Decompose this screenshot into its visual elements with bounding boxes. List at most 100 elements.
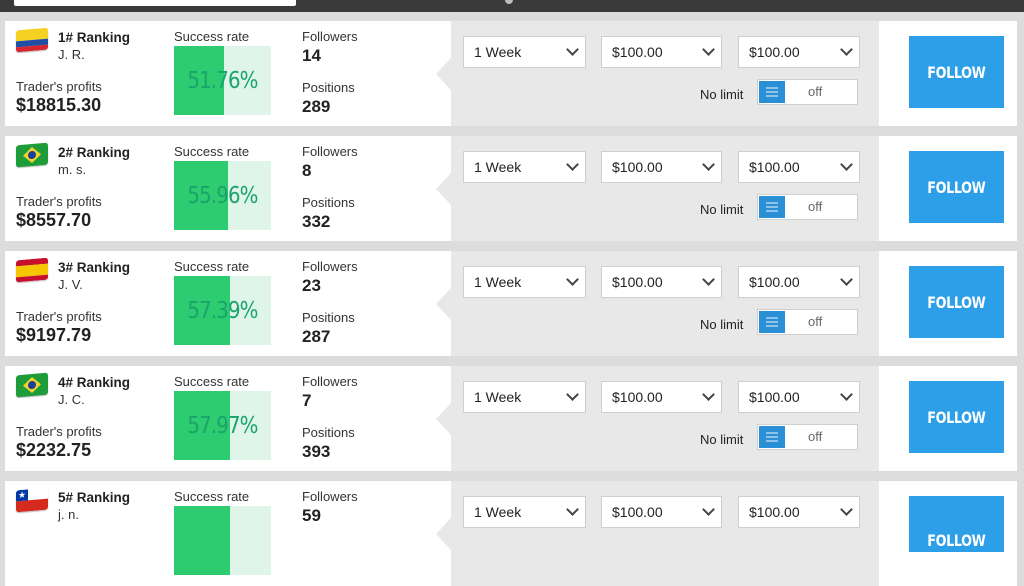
chile-flag-icon: ★ [16, 487, 48, 513]
follow-button-label: FOLLOW [927, 62, 986, 82]
period-select[interactable]: 1 Week [463, 381, 586, 413]
success-rate-value: 57.97% [187, 412, 258, 439]
ranking-label: 1# Ranking [58, 30, 131, 45]
trader-row-4: 4# Ranking J. C. Trader's profits $2232.… [5, 366, 1017, 471]
trader-name[interactable]: j. n. [58, 507, 79, 522]
panel-notch [436, 403, 451, 435]
chevron-down-icon [702, 388, 715, 401]
chevron-down-icon [566, 273, 579, 286]
positions-value: 287 [302, 327, 331, 346]
period-select[interactable]: 1 Week [463, 266, 586, 298]
success-rate-label: Success rate [174, 29, 250, 44]
positions-label: Positions [302, 425, 355, 440]
amount-select[interactable]: $100.00 [601, 496, 722, 528]
no-limit-label: No limit [700, 87, 744, 102]
positions-label: Positions [302, 195, 355, 210]
followers-value: 7 [302, 391, 312, 410]
topbar-icon [505, 0, 513, 4]
followers-label: Followers [302, 259, 358, 274]
no-limit-toggle[interactable]: off [757, 424, 858, 450]
limit-amount-select-value: $100.00 [749, 274, 800, 290]
followers-value: 14 [302, 46, 321, 65]
success-rate-label: Success rate [174, 374, 250, 389]
period-select-value: 1 Week [474, 389, 522, 405]
profit-value: $2232.75 [16, 440, 92, 460]
limit-amount-select[interactable]: $100.00 [738, 496, 860, 528]
trader-row-1: 1# Ranking J. R. Trader's profits $18815… [5, 21, 1017, 126]
profit-value: $9197.79 [16, 325, 92, 345]
period-select[interactable]: 1 Week [463, 151, 586, 183]
chevron-down-icon [702, 43, 715, 56]
follow-button[interactable]: FOLLOW [909, 496, 1004, 552]
success-rate-meter: 57.39% [174, 276, 271, 345]
followers-label: Followers [302, 489, 358, 504]
panel-notch [436, 173, 451, 205]
no-limit-label: No limit [700, 432, 744, 447]
limit-amount-select-value: $100.00 [749, 159, 800, 175]
chevron-down-icon [840, 273, 853, 286]
toggle-state-label: off [808, 84, 823, 99]
no-limit-toggle[interactable]: off [757, 79, 858, 105]
profit-label: Trader's profits [16, 79, 102, 94]
toggle-state-label: off [808, 199, 823, 214]
trader-name[interactable]: J. C. [58, 392, 85, 407]
follow-button[interactable]: FOLLOW [909, 151, 1004, 223]
amount-select[interactable]: $100.00 [601, 266, 722, 298]
limit-amount-select-value: $100.00 [749, 504, 800, 520]
ranking-label: 4# Ranking [58, 375, 131, 390]
amount-select[interactable]: $100.00 [601, 381, 722, 413]
amount-select-value: $100.00 [612, 159, 663, 175]
ranking-label: 2# Ranking [58, 145, 131, 160]
chevron-down-icon [702, 503, 715, 516]
positions-value: 332 [302, 212, 331, 231]
panel-notch [436, 58, 451, 90]
toggle-knob[interactable] [759, 81, 785, 103]
colombia-flag-icon [16, 27, 48, 53]
amount-select[interactable]: $100.00 [601, 151, 722, 183]
period-select-value: 1 Week [474, 504, 522, 520]
profit-label: Trader's profits [16, 424, 102, 439]
positions-value: 393 [302, 442, 331, 461]
chevron-down-icon [566, 503, 579, 516]
chevron-down-icon [840, 43, 853, 56]
spain-flag-icon [16, 257, 48, 283]
period-select[interactable]: 1 Week [463, 496, 586, 528]
period-select[interactable]: 1 Week [463, 36, 586, 68]
chevron-down-icon [840, 388, 853, 401]
period-select-value: 1 Week [474, 159, 522, 175]
no-limit-toggle[interactable]: off [757, 194, 858, 220]
toggle-knob[interactable] [759, 426, 785, 448]
limit-amount-select[interactable]: $100.00 [738, 36, 860, 68]
limit-amount-select[interactable]: $100.00 [738, 381, 860, 413]
followers-value: 8 [302, 161, 312, 180]
toggle-state-label: off [808, 429, 823, 444]
chevron-down-icon [840, 503, 853, 516]
followers-value: 59 [302, 506, 321, 525]
success-rate-meter: 51.76% [174, 46, 271, 115]
trader-row-3: 3# Ranking J. V. Trader's profits $9197.… [5, 251, 1017, 356]
search-input[interactable] [14, 0, 296, 6]
amount-select-value: $100.00 [612, 274, 663, 290]
trader-name[interactable]: m. s. [58, 162, 86, 177]
trader-name[interactable]: J. V. [58, 277, 83, 292]
success-rate-label: Success rate [174, 259, 250, 274]
toggle-knob[interactable] [759, 311, 785, 333]
toggle-knob[interactable] [759, 196, 785, 218]
no-limit-toggle[interactable]: off [757, 309, 858, 335]
limit-amount-select[interactable]: $100.00 [738, 151, 860, 183]
follow-button[interactable]: FOLLOW [909, 381, 1004, 453]
follow-button[interactable]: FOLLOW [909, 36, 1004, 108]
success-rate-label: Success rate [174, 489, 250, 504]
chevron-down-icon [566, 388, 579, 401]
limit-amount-select-value: $100.00 [749, 389, 800, 405]
amount-select[interactable]: $100.00 [601, 36, 722, 68]
period-select-value: 1 Week [474, 274, 522, 290]
positions-label: Positions [302, 80, 355, 95]
toggle-state-label: off [808, 314, 823, 329]
limit-amount-select[interactable]: $100.00 [738, 266, 860, 298]
follow-button-label: FOLLOW [927, 292, 986, 312]
trader-name[interactable]: J. R. [58, 47, 85, 62]
profit-label: Trader's profits [16, 309, 102, 324]
amount-select-value: $100.00 [612, 44, 663, 60]
follow-button[interactable]: FOLLOW [909, 266, 1004, 338]
